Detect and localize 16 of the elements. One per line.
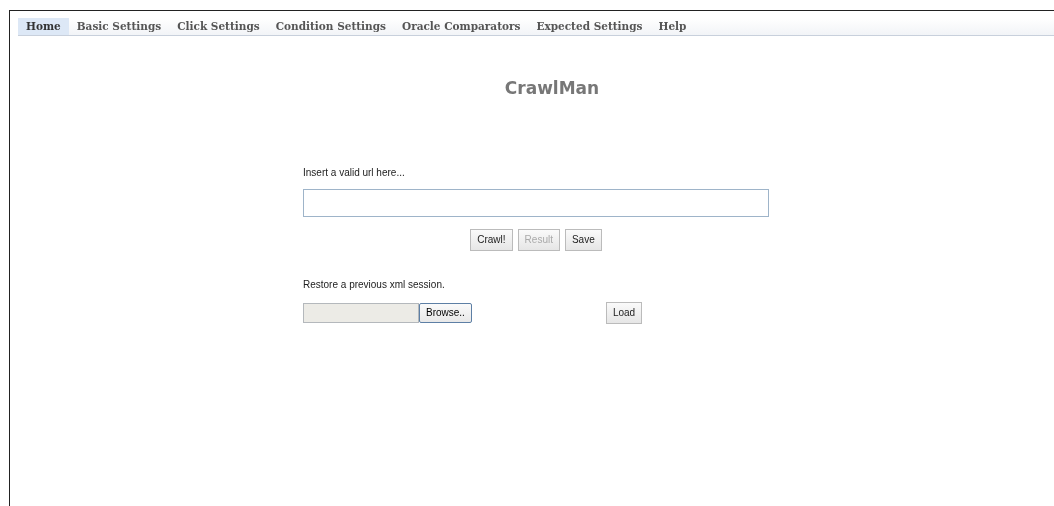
file-path-field[interactable] <box>303 302 419 323</box>
url-label: Insert a valid url here... <box>303 165 406 180</box>
nav-tab[interactable]: Condition Settings <box>267 18 394 35</box>
url-input-field[interactable] <box>303 188 769 217</box>
load-button[interactable]: Load <box>605 301 643 324</box>
action-button[interactable]: Crawl! <box>470 228 513 251</box>
nav-tab[interactable]: Help <box>650 18 695 35</box>
page-title: CrawlMan <box>503 77 601 100</box>
restore-label: Restore a previous xml session. <box>303 277 446 292</box>
nav-tab[interactable]: Basic Settings <box>68 18 170 35</box>
browse-button[interactable]: Browse.. <box>419 302 472 323</box>
nav-tab[interactable]: Click Settings <box>169 18 268 35</box>
nav-tab[interactable]: Expected Settings <box>528 18 651 35</box>
action-button[interactable]: Save <box>564 228 602 251</box>
nav-tab[interactable]: Oracle Comparators <box>394 18 529 35</box>
nav-tab[interactable]: Home <box>18 18 69 35</box>
